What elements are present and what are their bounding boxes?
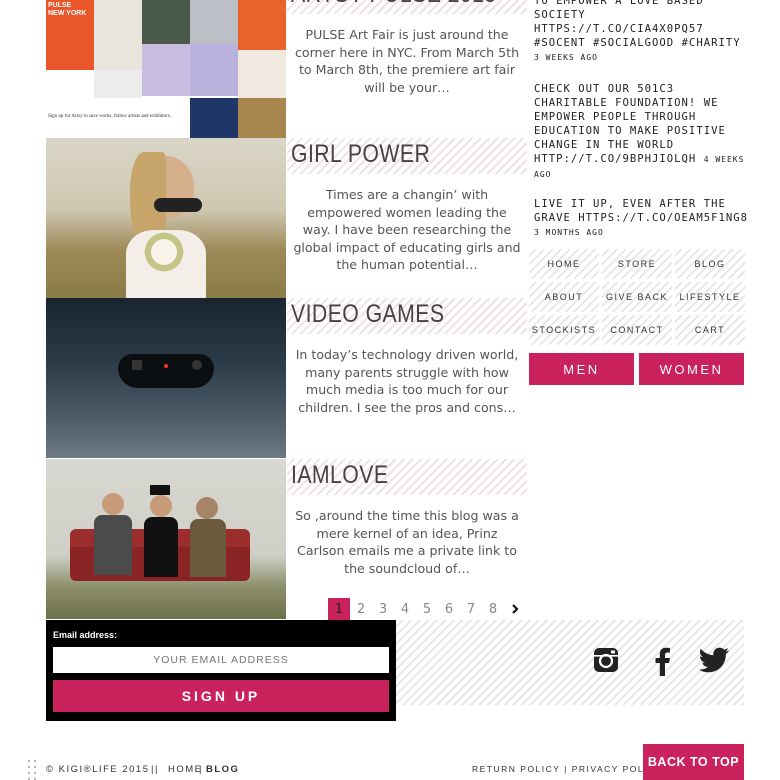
policy-links[interactable]: RETURN POLICY | PRIVACY POLICY	[472, 764, 663, 774]
post-title[interactable]: ARTSY PULSE 2015	[291, 0, 497, 9]
post-title-bar: GIRL POWER	[287, 138, 527, 174]
tweet-time: 3 MONTHS AGO	[534, 228, 604, 237]
women-button[interactable]: WOMEN	[639, 353, 744, 385]
social-bar	[396, 620, 744, 705]
page-link-6[interactable]: 6	[438, 598, 460, 620]
nav-contact[interactable]: CONTACT	[602, 315, 672, 345]
instagram-icon[interactable]	[592, 646, 622, 676]
post-iamlove: IAMLOVE So ,around the time this blog wa…	[46, 459, 527, 619]
tweet-item: LIVE IT UP, EVEN AFTER THE GRAVE HTTPS:/…	[534, 197, 754, 240]
tweet-item: TO EMPOWER A LOVE BASED SOCIETY HTTPS://…	[534, 0, 754, 65]
post-title-bar: IAMLOVE	[287, 459, 527, 495]
post-excerpt: In today’s technology driven world, many…	[295, 347, 519, 415]
dots-icon	[26, 758, 38, 780]
tweet-text[interactable]: TO EMPOWER A LOVE BASED SOCIETY HTTPS://…	[534, 0, 741, 49]
post-title[interactable]: VIDEO GAMES	[291, 300, 444, 329]
facebook-icon[interactable]	[652, 646, 682, 676]
post-girl-power: GIRL POWER Times are a changin’ with emp…	[46, 138, 527, 298]
page-link-3[interactable]: 3	[372, 598, 394, 620]
tweet-text[interactable]: LIVE IT UP, EVEN AFTER THE GRAVE HTTPS:/…	[534, 198, 748, 224]
page-link-2[interactable]: 2	[350, 598, 372, 620]
footer-link-blog[interactable]: BLOG	[206, 764, 239, 775]
page-link-7[interactable]: 7	[460, 598, 482, 620]
nav-give-back[interactable]: GIVE BACK	[602, 282, 672, 312]
post-video-games: VIDEO GAMES In today’s technology driven…	[46, 298, 527, 458]
page-link-1[interactable]: 1	[328, 598, 350, 620]
post-thumbnail[interactable]	[46, 298, 286, 458]
footer-separator: ||	[151, 764, 159, 775]
tweet-time: 3 WEEKS AGO	[534, 53, 598, 62]
post-excerpt: Times are a changin’ with empowered wome…	[293, 187, 521, 272]
copyright: © KIGI®LIFE 2015	[46, 764, 150, 775]
twitter-icon[interactable]	[698, 646, 729, 676]
post-thumbnail[interactable]	[46, 138, 286, 298]
sign-up-button[interactable]: SIGN UP	[53, 680, 389, 712]
page-link-4[interactable]: 4	[394, 598, 416, 620]
men-button[interactable]: MEN	[529, 353, 634, 385]
email-input[interactable]	[53, 647, 389, 673]
footer-divider: |	[199, 764, 203, 775]
post-artsy-pulse: PULSE NEW YORK Sign up for Artsy to save…	[46, 0, 527, 138]
nav-cart[interactable]: CART	[675, 315, 745, 345]
nav-blog[interactable]: BLOG	[675, 249, 745, 279]
nav-stockists[interactable]: STOCKISTS	[529, 315, 599, 345]
page-link-5[interactable]: 5	[416, 598, 438, 620]
nav-lifestyle[interactable]: LIFESTYLE	[675, 282, 745, 312]
pulse-poster-line2: NEW YORK	[48, 10, 87, 17]
post-title[interactable]: GIRL POWER	[291, 140, 430, 169]
nav-store[interactable]: STORE	[602, 249, 672, 279]
back-to-top-button[interactable]: BACK TO TOP	[643, 744, 744, 780]
post-thumbnail[interactable]	[46, 459, 286, 619]
page-link-8[interactable]: 8	[482, 598, 504, 620]
post-excerpt: PULSE Art Fair is just around the corner…	[294, 27, 520, 95]
nav-home[interactable]: HOME	[529, 249, 599, 279]
tweet-item: CHECK OUT OUR 501C3 CHARITABLE FOUNDATIO…	[534, 82, 754, 182]
chevron-right-icon[interactable]	[504, 598, 526, 620]
pulse-poster-promo: Sign up for Artsy to save works, follow …	[48, 114, 172, 119]
post-thumbnail[interactable]: PULSE NEW YORK Sign up for Artsy to save…	[46, 0, 286, 138]
post-title-bar: VIDEO GAMES	[287, 298, 527, 334]
post-excerpt: So ,around the time this blog was a mere…	[295, 508, 519, 576]
pagination: 1 2 3 4 5 6 7 8	[328, 598, 526, 620]
post-title-bar: ARTSY PULSE 2015	[287, 0, 527, 14]
tweet-text[interactable]: CHECK OUT OUR 501C3 CHARITABLE FOUNDATIO…	[534, 83, 726, 165]
pulse-poster-line1: PULSE	[48, 2, 72, 9]
email-label: Email address:	[53, 630, 118, 640]
nav-about[interactable]: ABOUT	[529, 282, 599, 312]
footer-link-home[interactable]: HOME	[168, 764, 203, 775]
newsletter-signup: Email address: SIGN UP	[46, 620, 396, 721]
post-title[interactable]: IAMLOVE	[291, 461, 388, 490]
